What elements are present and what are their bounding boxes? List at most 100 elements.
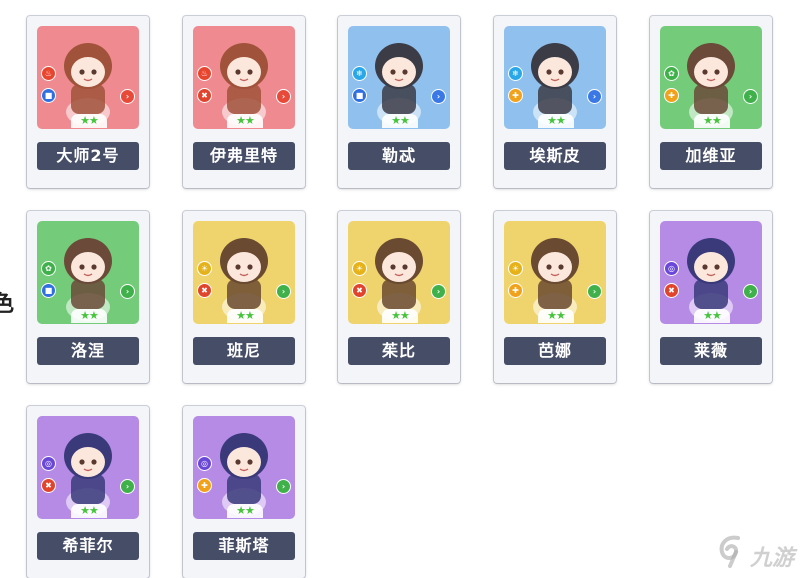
- wrench-role-icon: ✖: [197, 283, 212, 298]
- character-name: 洛涅: [37, 337, 139, 365]
- star-rating: ★★: [538, 309, 574, 323]
- cross-role-icon: ✚: [197, 478, 212, 493]
- wrench-role-icon: ✖: [664, 283, 679, 298]
- character-card[interactable]: ♨ ■ › ★★ 大师2号: [27, 16, 149, 188]
- character-name: 莱薇: [660, 337, 762, 365]
- star-icon: ★: [80, 309, 90, 322]
- star-icon: ★: [236, 114, 246, 127]
- chevron-right-icon: ›: [276, 284, 291, 299]
- star-icon: ★: [556, 309, 566, 322]
- chevron-right-icon: ›: [120, 89, 135, 104]
- character-portrait: ♨ ■ › ★★: [37, 26, 139, 129]
- sun-element-icon: ☀: [197, 261, 212, 276]
- fire-element-icon: ♨: [197, 66, 212, 81]
- void-element-icon: ◎: [664, 261, 679, 276]
- chevron-right-icon: ›: [431, 89, 446, 104]
- void-element-icon: ◎: [41, 456, 56, 471]
- character-name: 勒忒: [348, 142, 450, 170]
- star-icon: ★: [89, 504, 99, 517]
- star-icon: ★: [703, 114, 713, 127]
- star-icon: ★: [391, 309, 401, 322]
- character-name: 菲斯塔: [193, 532, 295, 560]
- star-icon: ★: [245, 309, 255, 322]
- character-name: 埃斯皮: [504, 142, 606, 170]
- sun-element-icon: ☀: [508, 261, 523, 276]
- star-icon: ★: [547, 114, 557, 127]
- character-card[interactable]: ❄ ✚ › ★★ 埃斯皮: [494, 16, 616, 188]
- star-icon: ★: [547, 309, 557, 322]
- character-card[interactable]: ❄ ■ › ★★ 勒忒: [338, 16, 460, 188]
- character-card[interactable]: ☀ ✚ › ★★ 芭娜: [494, 211, 616, 383]
- character-grid: ♨ ■ › ★★ 大师2号 ♨ ✖ › ★★ 伊弗里特 ❄ ■ › ★★ 勒忒 ❄ ✚ › ★★ 埃斯皮 ✿ ✚ ›…: [0, 0, 808, 578]
- wrench-role-icon: ✖: [41, 478, 56, 493]
- character-portrait: ♨ ✖ › ★★: [193, 26, 295, 129]
- character-portrait: ✿ ■ › ★★: [37, 221, 139, 324]
- cross-role-icon: ✚: [664, 88, 679, 103]
- character-card[interactable]: ◎ ✚ › ★★ 菲斯塔: [183, 406, 305, 578]
- watermark-text: 九游: [750, 546, 795, 571]
- character-name: 加维亚: [660, 142, 762, 170]
- cross-role-icon: ✚: [508, 283, 523, 298]
- star-rating: ★★: [71, 309, 107, 323]
- character-card[interactable]: ◎ ✖ › ★★ 莱薇: [650, 211, 772, 383]
- star-rating: ★★: [71, 114, 107, 128]
- character-portrait: ☀ ✖ › ★★: [193, 221, 295, 324]
- shield-role-icon: ■: [352, 88, 367, 103]
- character-name: 大师2号: [37, 142, 139, 170]
- star-icon: ★: [712, 309, 722, 322]
- wrench-role-icon: ✖: [197, 88, 212, 103]
- character-card[interactable]: ✿ ■ › ★★ 洛涅: [27, 211, 149, 383]
- shield-role-icon: ■: [41, 283, 56, 298]
- chevron-right-icon: ›: [276, 89, 291, 104]
- star-icon: ★: [391, 114, 401, 127]
- star-icon: ★: [245, 114, 255, 127]
- star-rating: ★★: [382, 114, 418, 128]
- star-rating: ★★: [694, 114, 730, 128]
- star-icon: ★: [400, 309, 410, 322]
- character-name: 希菲尔: [37, 532, 139, 560]
- character-portrait: ◎ ✖ › ★★: [37, 416, 139, 519]
- character-name: 班尼: [193, 337, 295, 365]
- star-rating: ★★: [382, 309, 418, 323]
- chevron-right-icon: ›: [276, 479, 291, 494]
- cross-role-icon: ✚: [508, 88, 523, 103]
- star-rating: ★★: [227, 309, 263, 323]
- star-rating: ★★: [538, 114, 574, 128]
- fire-element-icon: ♨: [41, 66, 56, 81]
- character-portrait: ❄ ✚ › ★★: [504, 26, 606, 129]
- star-icon: ★: [80, 114, 90, 127]
- nine-game-logo-icon: [719, 535, 740, 568]
- chevron-right-icon: ›: [587, 284, 602, 299]
- character-card[interactable]: ☀ ✖ › ★★ 茱比: [338, 211, 460, 383]
- watermark-logo: 九游: [716, 530, 808, 574]
- chevron-right-icon: ›: [120, 284, 135, 299]
- nature-element-icon: ✿: [41, 261, 56, 276]
- character-portrait: ☀ ✖ › ★★: [348, 221, 450, 324]
- chevron-right-icon: ›: [120, 479, 135, 494]
- chevron-right-icon: ›: [743, 284, 758, 299]
- chevron-right-icon: ›: [743, 89, 758, 104]
- star-icon: ★: [703, 309, 713, 322]
- chevron-right-icon: ›: [431, 284, 446, 299]
- character-card[interactable]: ◎ ✖ › ★★ 希菲尔: [27, 406, 149, 578]
- star-icon: ★: [236, 504, 246, 517]
- star-icon: ★: [712, 114, 722, 127]
- character-portrait: ◎ ✖ › ★★: [660, 221, 762, 324]
- star-icon: ★: [236, 309, 246, 322]
- void-element-icon: ◎: [197, 456, 212, 471]
- star-rating: ★★: [694, 309, 730, 323]
- star-icon: ★: [89, 309, 99, 322]
- character-portrait: ❄ ■ › ★★: [348, 26, 450, 129]
- star-icon: ★: [556, 114, 566, 127]
- character-name: 茱比: [348, 337, 450, 365]
- character-card[interactable]: ♨ ✖ › ★★ 伊弗里特: [183, 16, 305, 188]
- star-rating: ★★: [227, 504, 263, 518]
- star-icon: ★: [245, 504, 255, 517]
- ice-element-icon: ❄: [352, 66, 367, 81]
- character-card[interactable]: ☀ ✖ › ★★ 班尼: [183, 211, 305, 383]
- character-portrait: ☀ ✚ › ★★: [504, 221, 606, 324]
- character-name: 芭娜: [504, 337, 606, 365]
- star-rating: ★★: [71, 504, 107, 518]
- character-card[interactable]: ✿ ✚ › ★★ 加维亚: [650, 16, 772, 188]
- wrench-role-icon: ✖: [352, 283, 367, 298]
